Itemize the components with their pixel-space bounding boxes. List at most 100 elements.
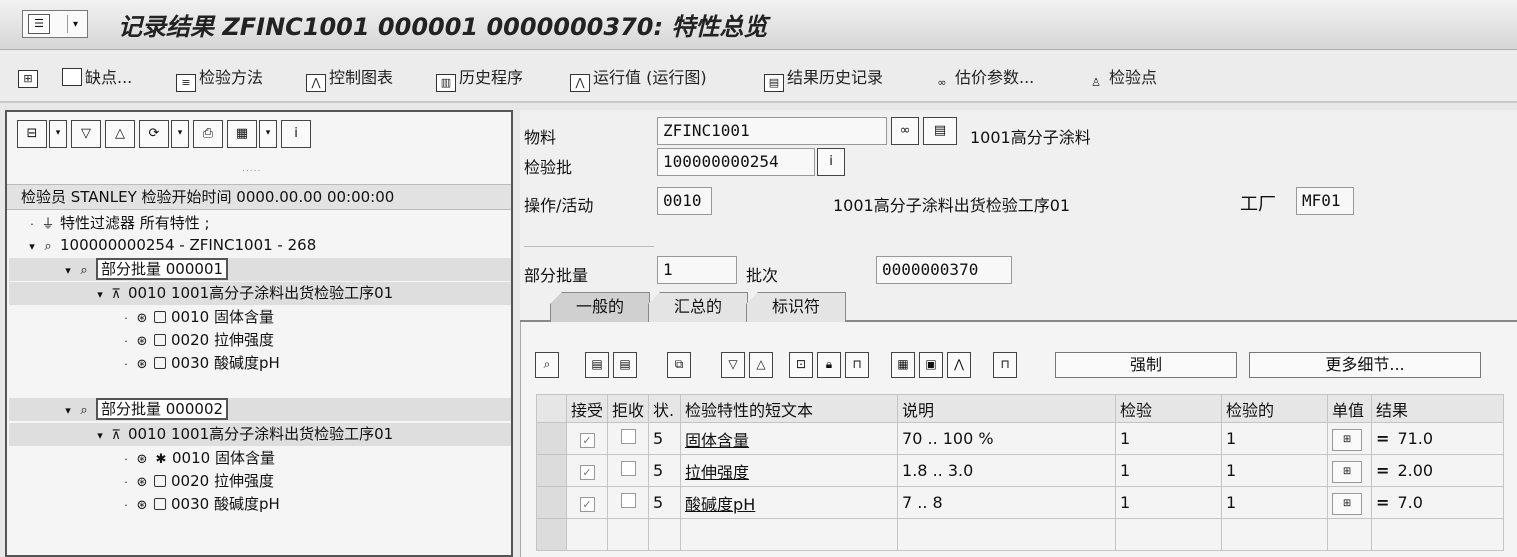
result-value[interactable]: 71.0	[1397, 429, 1433, 448]
calculator-icon[interactable]: ▦	[891, 352, 915, 378]
inspection-point-button[interactable]: ♙ 检验点	[1086, 64, 1157, 89]
col-single-value[interactable]: 单值	[1327, 394, 1373, 423]
table-row[interactable]: ✓ 5 拉伸强度 1.8 .. 3.0 1 1 ⊞ = 2.00	[536, 454, 1505, 487]
layout-icon[interactable]: ▦	[227, 120, 257, 148]
table-row[interactable]: ✓ 5 固体含量 70 .. 100 % 1 1 ⊞ = 71.0	[536, 422, 1505, 455]
material-field[interactable]: ZFINC1001	[657, 117, 887, 145]
select-all-icon[interactable]: ▤	[585, 352, 609, 378]
system-menu-button[interactable]: ☰ ▾	[22, 10, 88, 38]
tree-characteristic[interactable]: · ⊛ 0020 拉伸强度	[119, 470, 274, 493]
plant-field[interactable]: MF01	[1296, 187, 1354, 215]
tab-identifier[interactable]: 标识符	[746, 292, 846, 322]
operation-field[interactable]: 0010	[657, 187, 712, 215]
form-icon[interactable]: ▣	[919, 352, 943, 378]
expand-arrow-icon[interactable]: ▾	[61, 259, 75, 282]
col-description[interactable]: 说明	[897, 394, 1117, 423]
lock-icon[interactable]: 🔒︎	[817, 352, 841, 378]
plant-label: 工厂	[1240, 194, 1276, 215]
info-icon[interactable]: i	[817, 148, 845, 176]
col-result[interactable]: 结果	[1371, 394, 1505, 423]
col-accept[interactable]: 接受	[565, 394, 609, 423]
sort-up-icon[interactable]: △	[749, 352, 773, 378]
tree-characteristic[interactable]: · ⊛ 0030 酸碱度pH	[119, 352, 280, 375]
defects-button[interactable]: 缺点...	[62, 64, 132, 88]
result-value[interactable]: 2.00	[1397, 461, 1433, 480]
reject-checkbox[interactable]	[620, 461, 636, 476]
reject-checkbox[interactable]	[620, 429, 636, 444]
filter-up-icon[interactable]: △	[105, 120, 135, 148]
unlock-partial-icon[interactable]: ⊡	[789, 352, 813, 378]
history-button[interactable]: ▥ 历史程序	[436, 64, 523, 92]
tab-general[interactable]: 一般的	[550, 292, 650, 322]
force-button[interactable]: 强制	[1055, 352, 1237, 378]
single-value-icon[interactable]: ⊞	[1332, 460, 1363, 483]
expand-arrow-icon[interactable]: ▾	[93, 424, 107, 447]
tree-partial-lot-2[interactable]: ▾ ⌕ 部分批量 000002	[9, 398, 511, 421]
glasses-icon[interactable]: ∞	[891, 117, 919, 145]
run-chart-button[interactable]: ⋀ 运行值 (运行图)	[570, 64, 707, 92]
material-info-icon[interactable]: ▤	[923, 117, 957, 145]
copy-icon[interactable]: ⧉	[667, 352, 691, 378]
accept-checkbox[interactable]: ✓	[579, 433, 595, 448]
control-chart-button[interactable]: ⋀ 控制图表	[306, 64, 393, 92]
partial-lot-field[interactable]: 1	[657, 256, 737, 284]
details-icon[interactable]: ⌕	[535, 352, 559, 378]
expand-icon[interactable]: ⊟	[17, 120, 47, 148]
row-selector[interactable]	[536, 454, 567, 487]
result-history-button[interactable]: ▤ 结果历史记录	[764, 64, 883, 92]
method-button[interactable]: ≡ 检验方法	[176, 64, 263, 92]
col-inspect[interactable]: 检验	[1115, 394, 1223, 423]
run-chart-label: 运行值 (运行图)	[593, 68, 707, 87]
expand-arrow-icon[interactable]: ▾	[93, 283, 107, 306]
more-details-button[interactable]: 更多细节...	[1249, 352, 1481, 378]
characteristic-link[interactable]: 拉伸强度	[680, 454, 899, 487]
refresh-icon[interactable]: ⟳	[139, 120, 169, 148]
single-value-icon[interactable]: ⊞	[1332, 492, 1363, 515]
single-value-icon[interactable]: ⊞	[1332, 428, 1363, 451]
tree-characteristic[interactable]: · ⊛ 0020 拉伸强度	[119, 329, 274, 352]
sort-down-icon[interactable]: ▽	[721, 352, 745, 378]
result-value[interactable]: 7.0	[1397, 493, 1422, 512]
tree-characteristic[interactable]: · ⊛ 0010 固体含量	[119, 306, 274, 329]
batch-field[interactable]: 0000000370	[876, 256, 1012, 284]
tree-lot-row[interactable]: ▾ ⌕ 100000000254 - ZFINC1001 - 268	[25, 234, 316, 257]
unlock-icon[interactable]: ⊓	[845, 352, 869, 378]
chart-icon[interactable]: ⋀	[947, 352, 971, 378]
chevron-down-icon[interactable]: ▾	[49, 120, 67, 148]
table-row[interactable]: ✓ 5 酸碱度pH 7 .. 8 1 1 ⊞ = 7.0	[536, 486, 1505, 519]
valuation-params-button[interactable]: ∞ 估价参数...	[932, 64, 1034, 89]
expand-arrow-icon[interactable]: ▾	[25, 235, 39, 258]
accept-checkbox[interactable]: ✓	[579, 497, 595, 512]
col-reject[interactable]: 拒收	[607, 394, 650, 423]
info-icon[interactable]: i	[281, 120, 311, 148]
tree-characteristic[interactable]: · ⊛ 0030 酸碱度pH	[119, 493, 280, 516]
chevron-down-icon[interactable]: ▾	[259, 120, 277, 148]
deselect-all-icon[interactable]: ▤	[613, 352, 637, 378]
col-status[interactable]: 状.	[648, 394, 682, 423]
tree-operation-1[interactable]: ▾ ⊼ 0010 1001高分子涂料出货检验工序01	[9, 282, 511, 305]
characteristic-link[interactable]: 酸碱度pH	[680, 486, 899, 519]
tree-filter-row[interactable]: · ⏚ 特性过滤器 所有特性 ;	[25, 212, 210, 235]
col-inspected[interactable]: 检验的	[1221, 394, 1329, 423]
tree-partial-lot-1[interactable]: ▾ ⌕ 部分批量 000001	[9, 258, 511, 281]
overview-icon-button[interactable]: ⊞	[18, 64, 41, 88]
tree-label: 特性过滤器 所有特性 ;	[60, 214, 210, 232]
characteristic-link[interactable]: 固体含量	[680, 422, 899, 455]
row-selector[interactable]	[536, 486, 567, 519]
tab-summary[interactable]: 汇总的	[648, 292, 748, 322]
table-row-empty[interactable]	[536, 518, 1505, 551]
lock-icon[interactable]: ⊓	[993, 352, 1017, 378]
chevron-down-icon[interactable]: ▾	[171, 120, 189, 148]
col-short-text[interactable]: 检验特性的短文本	[680, 394, 899, 423]
filter-down-icon[interactable]: ▽	[71, 120, 101, 148]
print-icon[interactable]: ⎙	[193, 120, 223, 148]
tree-characteristic[interactable]: · ⊛ ✱ 0010 固体含量	[119, 447, 275, 470]
expand-arrow-icon[interactable]: ▾	[61, 399, 75, 422]
row-selector-header[interactable]	[536, 394, 567, 423]
accept-checkbox[interactable]: ✓	[579, 465, 595, 480]
method-icon: ≡	[176, 74, 196, 92]
reject-checkbox[interactable]	[620, 493, 636, 508]
tree-operation-2[interactable]: ▾ ⊼ 0010 1001高分子涂料出货检验工序01	[9, 423, 511, 446]
inspection-lot-field[interactable]: 100000000254	[657, 148, 815, 176]
row-selector[interactable]	[536, 422, 567, 455]
